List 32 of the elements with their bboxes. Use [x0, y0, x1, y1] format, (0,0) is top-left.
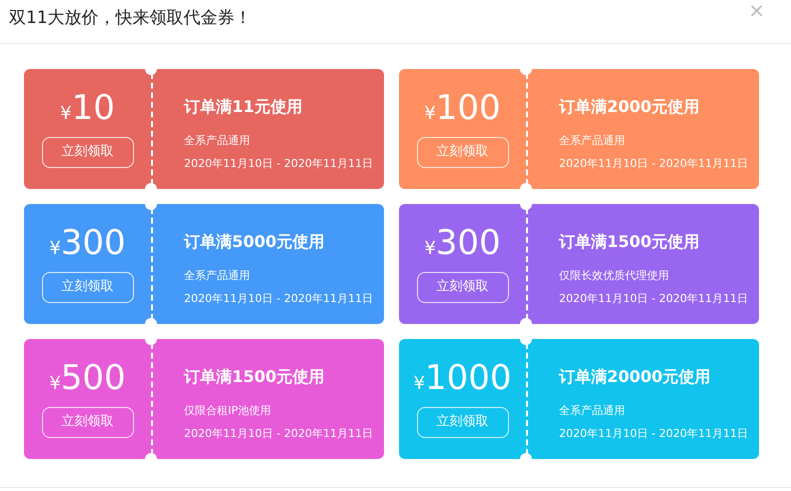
- dialog-title: 双11大放价，快来领取代金券！: [9, 7, 252, 30]
- claim-button[interactable]: 立刻领取: [416, 272, 508, 302]
- coupon-validity: 2020年11月10日 - 2020年11月11日: [184, 156, 373, 172]
- coupon-scope: 全系产品通用: [559, 133, 626, 149]
- coupon-scope: 全系产品通用: [184, 268, 251, 284]
- close-button[interactable]: ×: [748, 0, 765, 20]
- coupon-scope: 全系产品通用: [559, 403, 626, 419]
- coupon-amount: ¥500: [49, 360, 126, 394]
- coupon-scope: 仅限长效优质代理使用: [559, 268, 670, 284]
- coupon-condition: 订单满5000元使用: [184, 231, 326, 253]
- claim-button[interactable]: 立刻领取: [416, 406, 508, 438]
- coupon-validity: 2020年11月10日 - 2020年11月11日: [559, 156, 748, 172]
- coupon-amount: ¥300: [49, 226, 126, 260]
- claim-button[interactable]: 立刻领取: [42, 406, 134, 438]
- coupon-scope: 仅限合租IP池使用: [184, 403, 272, 419]
- coupon-validity: 2020年11月10日 - 2020年11月11日: [559, 290, 748, 306]
- coupon-condition: 订单满1500元使用: [559, 231, 701, 253]
- coupon-validity: 2020年11月10日 - 2020年11月11日: [559, 426, 748, 442]
- coupon-condition: 订单满20000元使用: [559, 366, 712, 388]
- claim-button[interactable]: 立刻领取: [42, 272, 134, 302]
- coupon-amount: ¥10: [60, 90, 115, 124]
- coupon-amount: ¥300: [424, 226, 501, 260]
- claim-button[interactable]: 立刻领取: [416, 136, 508, 168]
- coupon-scope: 全系产品通用: [184, 133, 251, 149]
- coupon-condition: 订单满1500元使用: [184, 366, 326, 388]
- claim-button[interactable]: 立刻领取: [42, 136, 134, 168]
- coupon-validity: 2020年11月10日 - 2020年11月11日: [184, 290, 373, 306]
- coupon-condition: 订单满11元使用: [184, 96, 304, 118]
- coupon-amount: ¥1000: [414, 360, 512, 394]
- coupon-amount: ¥100: [424, 90, 501, 124]
- coupon-validity: 2020年11月10日 - 2020年11月11日: [184, 426, 373, 442]
- coupon-condition: 订单满2000元使用: [559, 96, 701, 118]
